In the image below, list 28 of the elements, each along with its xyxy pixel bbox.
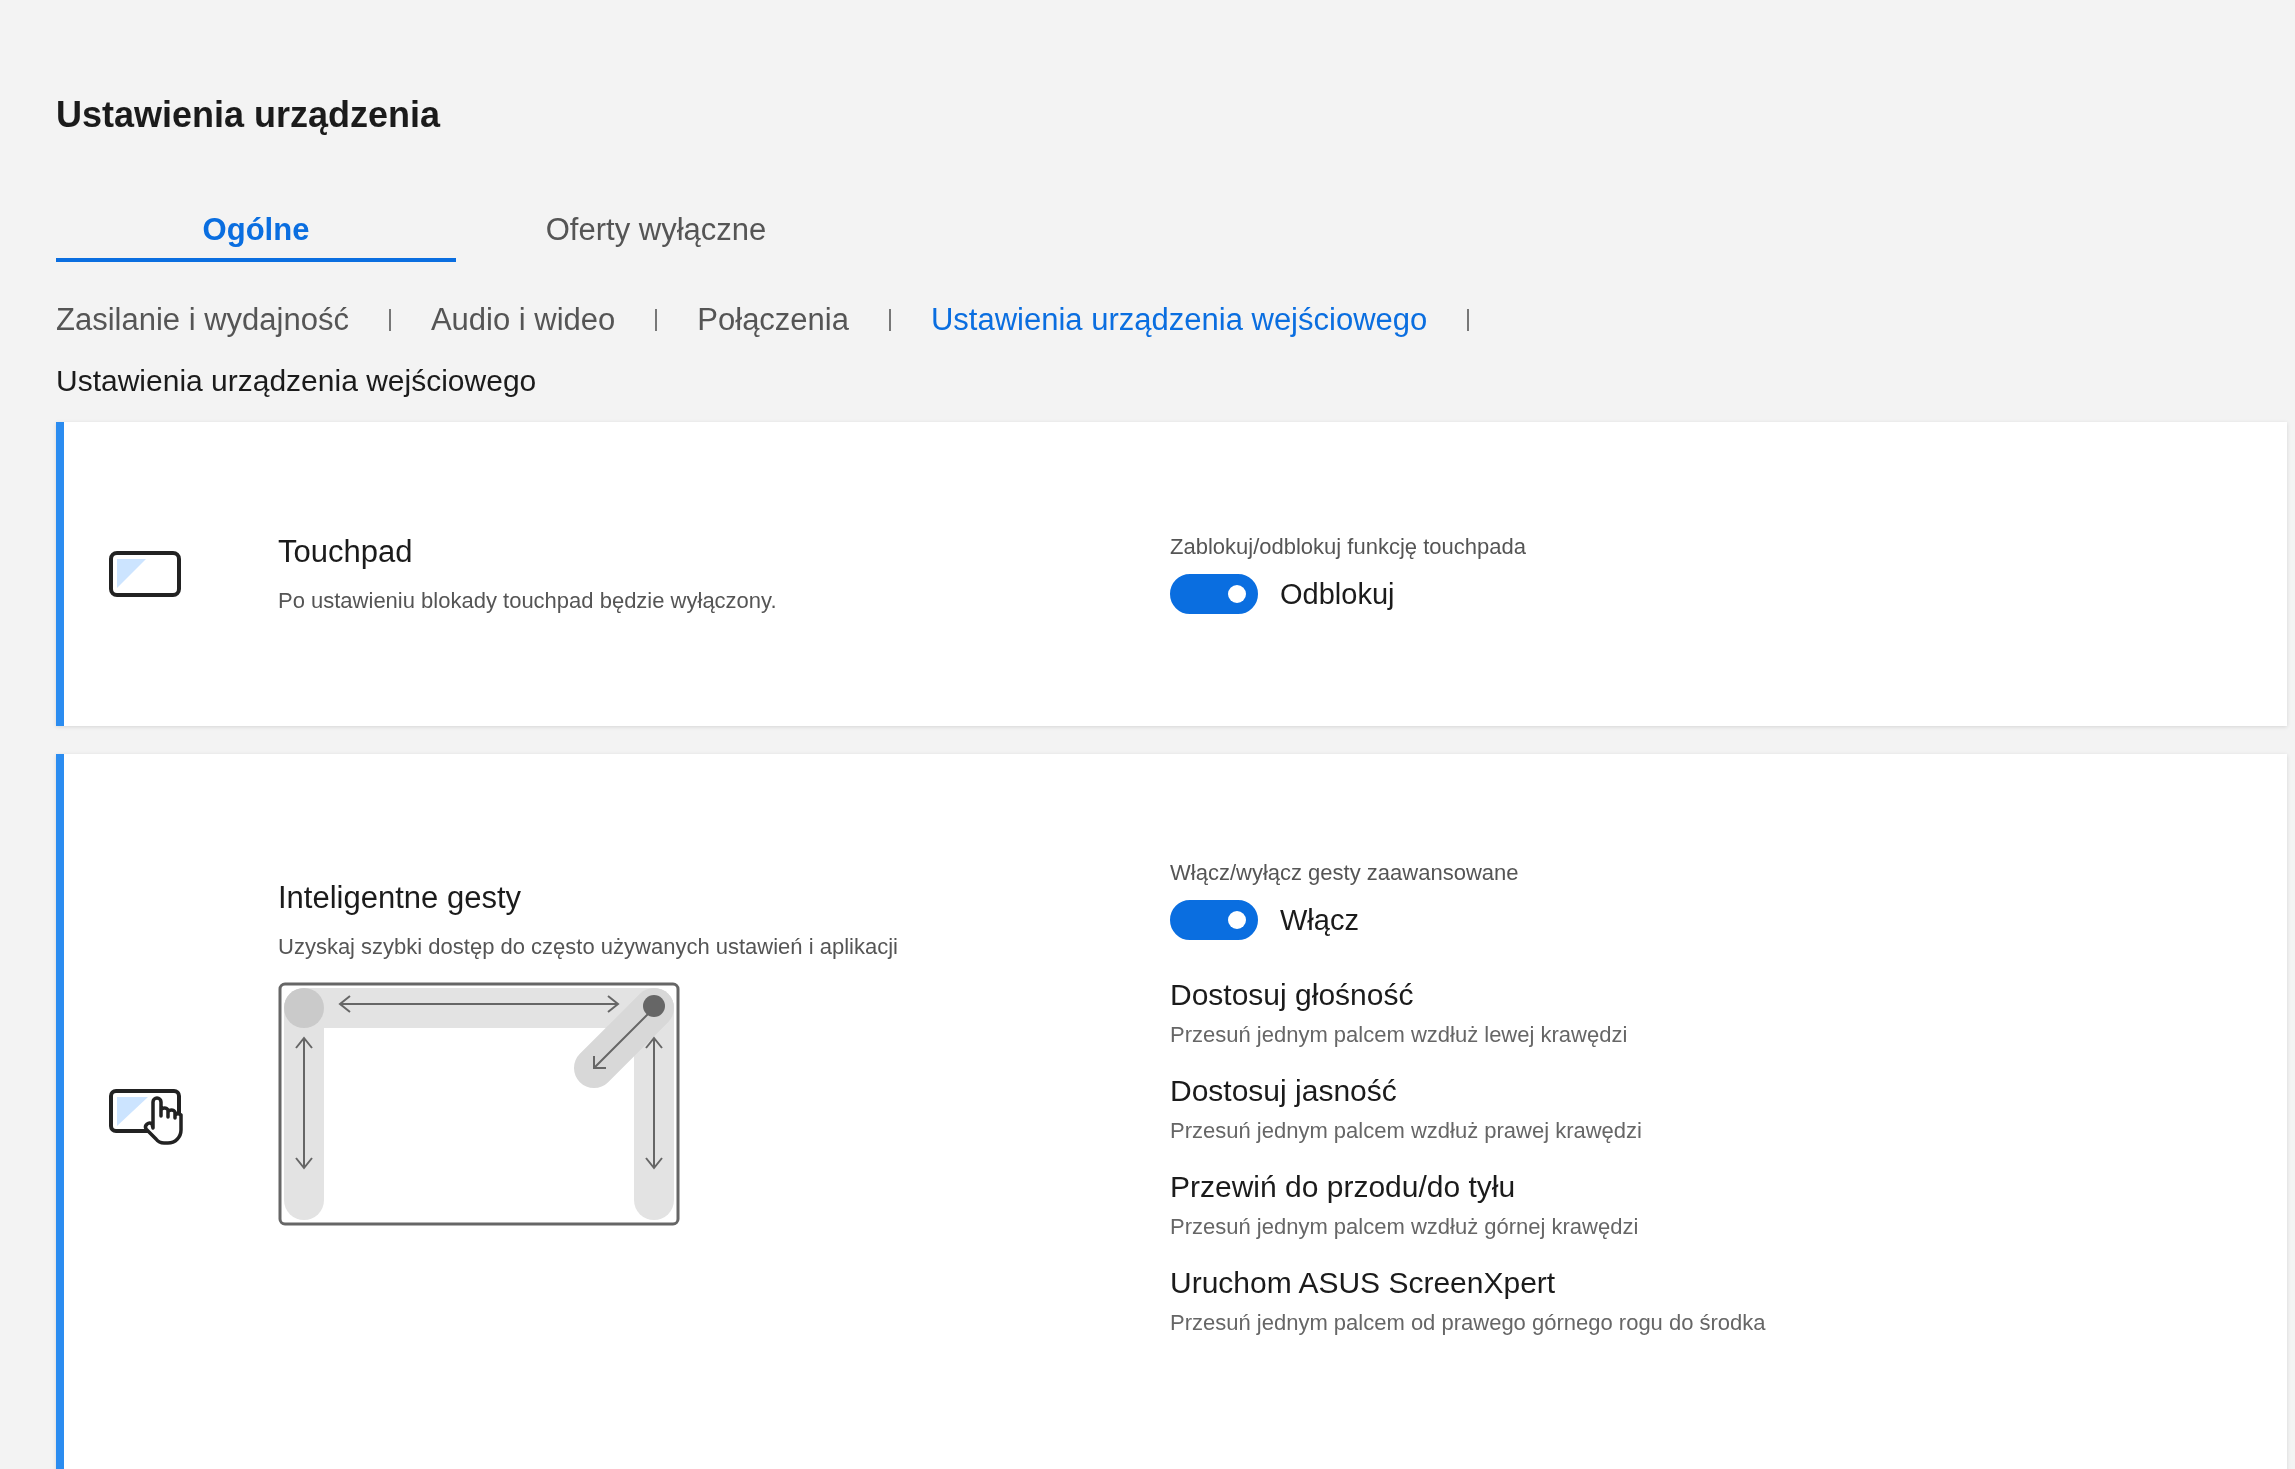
page-title: Ustawienia urządzenia (56, 94, 442, 136)
section-title: Ustawienia urządzenia wejściowego (56, 364, 538, 398)
gesture-description: Przesuń jednym palcem wzdłuż lewej krawędzi (1170, 1022, 1629, 1048)
subnav-link[interactable]: Połączenia (697, 302, 849, 338)
card-title: Touchpad (278, 534, 414, 570)
toggle-state-label: Włącz (1280, 903, 1359, 937)
card-description: Uzyskaj szybki dostęp do często używanych ustawień i aplikacji (278, 934, 899, 960)
toggle-state-label: Odblokuj (1280, 577, 1395, 611)
card-description: Po ustawieniu blokady touchpad będzie wyłączony. (278, 588, 778, 614)
tab[interactable]: Oferty wyłączne (456, 212, 856, 262)
toggle-switch[interactable] (1170, 900, 1258, 940)
subnav-link[interactable]: Ustawienia urządzenia wejściowego (931, 302, 1428, 338)
toggle-label: Zablokuj/odblokuj funkcję touchpada (1170, 534, 1527, 560)
gesture-description: Przesuń jednym palcem wzdłuż górnej krawędzi (1170, 1214, 1640, 1240)
tab[interactable]: Ogólne (56, 212, 456, 262)
gesture-title: Dostosuj głośność (1170, 978, 1415, 1012)
gesture-description: Przesuń jednym palcem wzdłuż prawej krawędzi (1170, 1118, 1643, 1144)
gesture-title: Przewiń do przodu/do tyłu (1170, 1170, 1517, 1204)
subnav-link[interactable]: Audio i wideo (430, 302, 616, 338)
gesture-description: Przesuń jednym palcem od prawego górnego rogu do środka (1170, 1310, 1767, 1336)
touchpad-icon (108, 550, 182, 598)
subnav-link[interactable]: Zasilanie i wydajność (56, 302, 349, 338)
touchpad-hand-icon (108, 1088, 184, 1146)
gesture-title: Uruchom ASUS ScreenXpert (1170, 1266, 1557, 1300)
card-title: Inteligentne gesty (278, 880, 522, 916)
gesture-title: Dostosuj jasność (1170, 1074, 1398, 1108)
toggle-label: Włącz/wyłącz gesty zaawansowane (1170, 860, 1520, 886)
toggle-switch[interactable] (1170, 574, 1258, 614)
